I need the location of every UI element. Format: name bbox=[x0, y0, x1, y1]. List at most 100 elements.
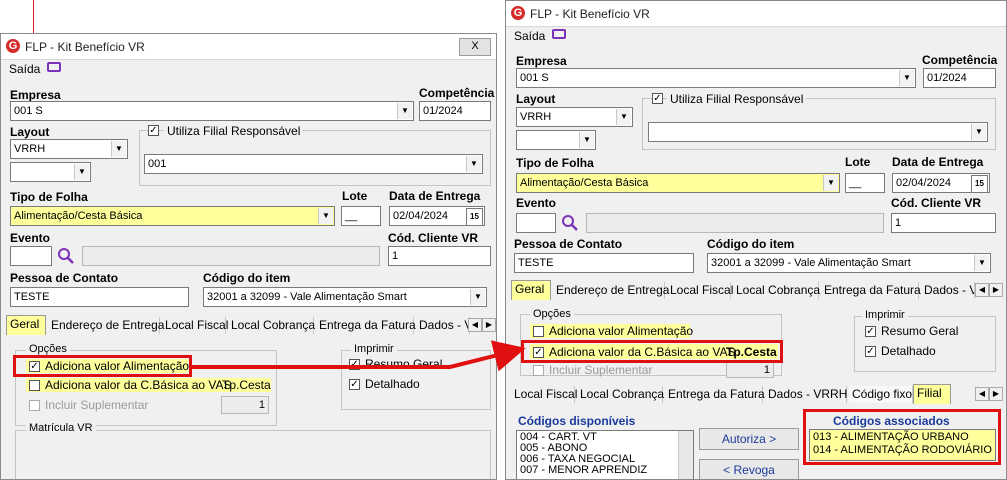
layout-select[interactable]: VRRH ▼ bbox=[516, 107, 633, 127]
tab-entrega-fatura[interactable]: Entrega da Fatura bbox=[316, 317, 416, 334]
subtab-scroll-right[interactable]: ▶ bbox=[989, 387, 1003, 401]
utiliza-filial-label: Utiliza Filial Responsável bbox=[164, 124, 304, 138]
tipo-folha-select[interactable]: Alimentação/Cesta Básica ▼ bbox=[10, 206, 335, 226]
cod-cliente-input[interactable]: 1 bbox=[891, 213, 996, 233]
lote-input[interactable]: __ bbox=[845, 173, 885, 193]
cod-cliente-input[interactable]: 1 bbox=[388, 246, 491, 266]
evento-description bbox=[586, 213, 884, 233]
tab-geral[interactable]: Geral bbox=[511, 280, 551, 300]
tab-dados[interactable]: Dados - V bbox=[921, 282, 975, 299]
left-window: G FLP - Kit Benefício VR X Saída Empresa… bbox=[0, 33, 497, 480]
pessoa-contato-input[interactable]: TESTE bbox=[10, 287, 189, 307]
utiliza-filial-checkbox[interactable]: ✓ bbox=[652, 93, 663, 104]
evento-input[interactable] bbox=[516, 213, 556, 233]
subtab-filial[interactable]: Filial bbox=[913, 384, 951, 404]
menu-saida[interactable]: Saída bbox=[9, 62, 40, 76]
empresa-select[interactable]: 001 S ▼ bbox=[10, 101, 414, 121]
subtab-local-cobranca[interactable]: Local Cobrança bbox=[577, 386, 664, 403]
autoriza-button[interactable]: Autoriza > bbox=[699, 428, 799, 450]
adiciona-cbasica-label: Adiciona valor da C.Básica ao VAS bbox=[45, 378, 232, 392]
subtab-scroll-left[interactable]: ◀ bbox=[975, 387, 989, 401]
layout-select[interactable]: VRRH ▼ bbox=[10, 139, 128, 159]
adiciona-cbasica-checkbox[interactable] bbox=[29, 380, 40, 391]
revoga-button[interactable]: < Revoga bbox=[699, 459, 799, 479]
tab-local-fiscal[interactable]: Local Fiscal bbox=[162, 317, 228, 334]
codigo-item-select[interactable]: 32001 a 32099 - Vale Alimentação Smart ▼ bbox=[707, 253, 991, 273]
detalhado-checkbox[interactable]: ✓ bbox=[349, 379, 360, 390]
utiliza-filial-checkbox[interactable]: ✓ bbox=[148, 125, 159, 136]
tab-local-fiscal[interactable]: Local Fiscal bbox=[667, 282, 733, 299]
dropdown-arrow-icon[interactable]: ▼ bbox=[971, 124, 986, 140]
right-window: G FLP - Kit Benefício VR Saída Empresa 0… bbox=[505, 0, 1007, 480]
monitor-icon[interactable] bbox=[552, 29, 566, 39]
layout-sub-select[interactable]: ▼ bbox=[516, 130, 596, 150]
detalhado-checkbox[interactable]: ✓ bbox=[865, 346, 876, 357]
dropdown-arrow-icon[interactable]: ▼ bbox=[616, 109, 631, 125]
dropdown-arrow-icon[interactable]: ▼ bbox=[823, 175, 838, 191]
suplementar-input[interactable]: 1 bbox=[221, 396, 269, 414]
list-scrollbar[interactable] bbox=[678, 431, 693, 479]
close-button[interactable]: X bbox=[459, 38, 491, 56]
lote-label: Lote bbox=[342, 189, 368, 203]
pessoa-contato-input[interactable]: TESTE bbox=[514, 253, 694, 273]
subtab-codigo-fixo[interactable]: Código fixo bbox=[849, 386, 913, 403]
calendar-icon[interactable]: 15 bbox=[466, 208, 483, 225]
dropdown-arrow-icon[interactable]: ▼ bbox=[470, 289, 485, 305]
data-entrega-input[interactable]: 02/04/2024 15 bbox=[389, 206, 485, 226]
dropdown-arrow-icon[interactable]: ▼ bbox=[397, 103, 412, 119]
tab-scroll-right[interactable]: ▶ bbox=[989, 283, 1003, 297]
codigos-disponiveis-list[interactable]: 004 - CART. VT 005 - ABONO 006 - TAXA NE… bbox=[516, 430, 694, 479]
competencia-label: Competência bbox=[922, 53, 998, 67]
calendar-icon[interactable]: 15 bbox=[971, 175, 988, 192]
tab-endereco-entrega[interactable]: Endereço de Entrega bbox=[553, 282, 669, 299]
empresa-select[interactable]: 001 S ▼ bbox=[516, 68, 916, 88]
dropdown-arrow-icon[interactable]: ▼ bbox=[974, 255, 989, 271]
tipo-folha-select[interactable]: Alimentação/Cesta Básica ▼ bbox=[516, 173, 840, 193]
evento-input[interactable] bbox=[10, 246, 52, 266]
tab-scroll-left[interactable]: ◀ bbox=[975, 283, 989, 297]
dropdown-arrow-icon[interactable]: ▼ bbox=[111, 141, 126, 157]
incluir-suplementar-label: Incluir Suplementar bbox=[45, 398, 149, 412]
data-entrega-value: 02/04/2024 bbox=[896, 177, 952, 189]
tab-local-cobranca[interactable]: Local Cobrança bbox=[733, 282, 820, 299]
lote-input[interactable]: __ bbox=[341, 206, 381, 226]
tab-dados[interactable]: Dados - V bbox=[416, 317, 470, 334]
layout-sub-select[interactable]: ▼ bbox=[10, 162, 91, 182]
tab-scroll-right[interactable]: ▶ bbox=[482, 318, 496, 332]
search-icon[interactable] bbox=[561, 214, 579, 232]
dropdown-arrow-icon[interactable]: ▼ bbox=[466, 156, 481, 172]
subtab-entrega-fatura[interactable]: Entrega da Fatura bbox=[665, 386, 765, 403]
search-icon[interactable] bbox=[57, 247, 75, 265]
tab-endereco-entrega[interactable]: Endereço de Entrega bbox=[48, 317, 164, 334]
imprimir-label: Imprimir bbox=[862, 309, 908, 321]
codigo-item-select[interactable]: 32001 a 32099 - Vale Alimentação Smart ▼ bbox=[203, 287, 487, 307]
list-item[interactable]: 007 - MENOR APRENDIZ bbox=[520, 465, 690, 476]
tab-geral[interactable]: Geral bbox=[6, 315, 46, 335]
data-entrega-input[interactable]: 02/04/2024 15 bbox=[892, 173, 990, 193]
subtab-local-fiscal[interactable]: Local Fiscal bbox=[511, 386, 577, 403]
resumo-geral-checkbox[interactable]: ✓ bbox=[865, 326, 876, 337]
empresa-label: Empresa bbox=[516, 54, 567, 68]
filial-select[interactable]: ▼ bbox=[648, 122, 988, 142]
tab-scroll-left[interactable]: ◀ bbox=[468, 318, 482, 332]
subtab-dados-vrrh[interactable]: Dados - VRRH bbox=[765, 386, 847, 403]
incluir-suplementar-checkbox[interactable] bbox=[29, 400, 40, 411]
dropdown-arrow-icon[interactable]: ▼ bbox=[318, 208, 333, 224]
competencia-input[interactable]: 01/2024 bbox=[419, 101, 491, 121]
monitor-icon[interactable] bbox=[47, 62, 61, 72]
layout-value: VRRH bbox=[520, 111, 552, 123]
tab-local-cobranca[interactable]: Local Cobrança bbox=[228, 317, 315, 334]
competencia-input[interactable]: 01/2024 bbox=[923, 68, 996, 88]
title-bar: G FLP - Kit Benefício VR bbox=[506, 1, 1006, 27]
dropdown-arrow-icon[interactable]: ▼ bbox=[579, 132, 594, 148]
adiciona-alimentacao-checkbox[interactable] bbox=[533, 326, 544, 337]
dropdown-arrow-icon[interactable]: ▼ bbox=[74, 164, 89, 180]
empresa-label: Empresa bbox=[10, 88, 61, 102]
evento-description bbox=[82, 246, 380, 266]
menu-saida[interactable]: Saída bbox=[514, 29, 545, 43]
filial-select[interactable]: 001 ▼ bbox=[144, 154, 483, 174]
dropdown-arrow-icon[interactable]: ▼ bbox=[899, 70, 914, 86]
tab-entrega-fatura[interactable]: Entrega da Fatura bbox=[821, 282, 921, 299]
incluir-suplementar-checkbox[interactable] bbox=[533, 365, 544, 376]
suplementar-input[interactable]: 1 bbox=[726, 362, 774, 378]
